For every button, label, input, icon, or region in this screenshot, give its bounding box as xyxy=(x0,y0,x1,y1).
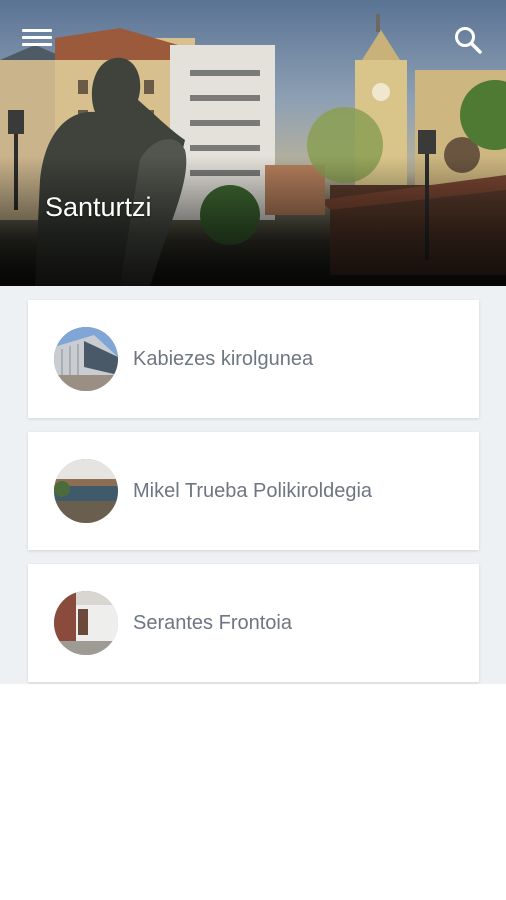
menu-bar xyxy=(22,43,52,46)
facility-name: Mikel Trueba Polikiroldegia xyxy=(133,480,373,502)
page-title: Santurtzi xyxy=(45,192,152,222)
facility-name: Kabiezes kirolgunea xyxy=(133,348,314,370)
header-hero-image: Santurtzi xyxy=(0,0,506,286)
hamburger-menu-icon[interactable] xyxy=(22,26,52,52)
building-photo xyxy=(54,327,118,391)
facility-card-mikel-trueba[interactable]: Mikel Trueba Polikiroldegia xyxy=(28,432,479,550)
menu-bar xyxy=(22,29,52,32)
facility-card-kabiezes[interactable]: Kabiezes kirolgunea xyxy=(28,300,479,418)
facility-card-serantes[interactable]: Serantes Frontoia xyxy=(28,564,479,682)
facility-thumbnail xyxy=(54,327,118,391)
facility-thumbnail xyxy=(54,459,118,523)
building-photo xyxy=(54,591,118,655)
facility-thumbnail xyxy=(54,591,118,655)
search-icon-glyph xyxy=(455,27,482,54)
facility-name: Serantes Frontoia xyxy=(133,612,292,634)
building-photo xyxy=(54,459,118,523)
search-icon[interactable] xyxy=(452,24,484,56)
facility-list: Kabiezes kirolgunea Mikel Trueba Polikir… xyxy=(0,286,506,684)
menu-bar xyxy=(22,36,52,39)
